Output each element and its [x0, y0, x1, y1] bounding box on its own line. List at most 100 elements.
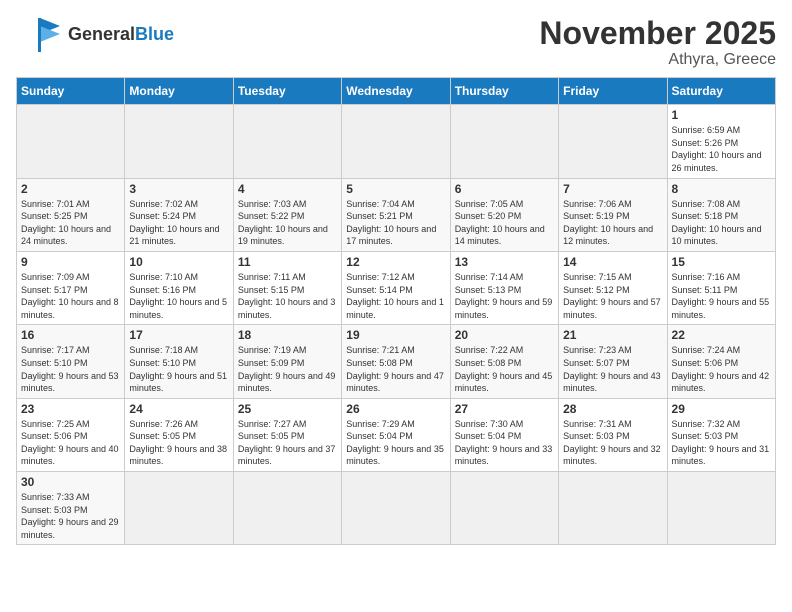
day-cell-21: 21Sunrise: 7:23 AMSunset: 5:07 PMDayligh… — [559, 325, 667, 398]
day-cell-13: 13Sunrise: 7:14 AMSunset: 5:13 PMDayligh… — [450, 251, 558, 324]
day-number: 4 — [238, 182, 337, 196]
day-cell-empty — [450, 472, 558, 545]
day-cell-27: 27 Sunrise: 7:30 AMSunset: 5:04 PMDayligh… — [450, 398, 558, 471]
day-cell-26: 26 Sunrise: 7:29 AMSunset: 5:04 PMDayligh… — [342, 398, 450, 471]
day-number: 19 — [346, 328, 445, 342]
col-saturday: Saturday — [667, 78, 775, 105]
day-number: 6 — [455, 182, 554, 196]
day-number: 9 — [21, 255, 120, 269]
day-info: Sunrise: 7:31 AMSunset: 5:03 PMDaylight:… — [563, 418, 662, 468]
day-cell-29: 29 Sunrise: 7:32 AMSunset: 5:03 PMDayligh… — [667, 398, 775, 471]
page-header: GeneralBlue November 2025 Athyra, Greece — [16, 16, 776, 69]
calendar-table: Sunday Monday Tuesday Wednesday Thursday… — [16, 77, 776, 545]
day-cell-empty — [342, 472, 450, 545]
day-number: 1 — [672, 108, 771, 122]
day-info: Sunrise: 7:15 AMSunset: 5:12 PMDaylight:… — [563, 271, 662, 321]
day-number: 8 — [672, 182, 771, 196]
day-number: 30 — [21, 475, 120, 489]
day-cell-6: 6 Sunrise: 7:05 AMSunset: 5:20 PMDaylight… — [450, 178, 558, 251]
day-info: Sunrise: 7:06 AMSunset: 5:19 PMDaylight:… — [563, 198, 662, 248]
day-cell-20: 20 Sunrise: 7:22 AMSunset: 5:08 PMDayligh… — [450, 325, 558, 398]
col-wednesday: Wednesday — [342, 78, 450, 105]
day-info: Sunrise: 7:12 AMSunset: 5:14 PMDaylight:… — [346, 271, 445, 321]
logo-icon — [16, 16, 64, 54]
day-cell-23: 23 Sunrise: 7:25 AMSunset: 5:06 PMDayligh… — [17, 398, 125, 471]
day-cell-empty — [667, 472, 775, 545]
col-thursday: Thursday — [450, 78, 558, 105]
day-cell-9: 9 Sunrise: 7:09 AMSunset: 5:17 PMDaylight… — [17, 251, 125, 324]
day-info: Sunrise: 7:23 AMSunset: 5:07 PMDaylight:… — [563, 344, 662, 394]
day-number: 14 — [563, 255, 662, 269]
week-row-1: 1 Sunrise: 6:59 AMSunset: 5:26 PMDaylight… — [17, 105, 776, 178]
day-info: Sunrise: 7:22 AMSunset: 5:08 PMDaylight:… — [455, 344, 554, 394]
day-cell-28: 28Sunrise: 7:31 AMSunset: 5:03 PMDayligh… — [559, 398, 667, 471]
day-cell-7: 7Sunrise: 7:06 AMSunset: 5:19 PMDaylight… — [559, 178, 667, 251]
day-info: Sunrise: 7:24 AMSunset: 5:06 PMDaylight:… — [672, 344, 771, 394]
week-row-5: 23 Sunrise: 7:25 AMSunset: 5:06 PMDayligh… — [17, 398, 776, 471]
day-cell-3: 3 Sunrise: 7:02 AMSunset: 5:24 PMDaylight… — [125, 178, 233, 251]
day-cell-empty — [233, 105, 341, 178]
col-monday: Monday — [125, 78, 233, 105]
day-cell-15: 15Sunrise: 7:16 AMSunset: 5:11 PMDayligh… — [667, 251, 775, 324]
day-number: 24 — [129, 402, 228, 416]
week-row-2: 2Sunrise: 7:01 AMSunset: 5:25 PMDaylight… — [17, 178, 776, 251]
day-number: 29 — [672, 402, 771, 416]
day-number: 10 — [129, 255, 228, 269]
day-info: Sunrise: 7:30 AMSunset: 5:04 PMDaylight:… — [455, 418, 554, 468]
day-info: Sunrise: 7:02 AMSunset: 5:24 PMDaylight:… — [129, 198, 228, 248]
day-info: Sunrise: 7:17 AMSunset: 5:10 PMDaylight:… — [21, 344, 120, 394]
week-row-6: 30 Sunrise: 7:33 AMSunset: 5:03 PMDayligh… — [17, 472, 776, 545]
day-number: 23 — [21, 402, 120, 416]
day-number: 2 — [21, 182, 120, 196]
day-cell-24: 24 Sunrise: 7:26 AMSunset: 5:05 PMDayligh… — [125, 398, 233, 471]
day-info: Sunrise: 7:27 AMSunset: 5:05 PMDaylight:… — [238, 418, 337, 468]
day-info: Sunrise: 7:33 AMSunset: 5:03 PMDaylight:… — [21, 491, 120, 541]
day-info: Sunrise: 6:59 AMSunset: 5:26 PMDaylight:… — [672, 124, 771, 174]
day-number: 11 — [238, 255, 337, 269]
day-number: 22 — [672, 328, 771, 342]
day-info: Sunrise: 7:10 AMSunset: 5:16 PMDaylight:… — [129, 271, 228, 321]
calendar-header-row: Sunday Monday Tuesday Wednesday Thursday… — [17, 78, 776, 105]
day-cell-30: 30 Sunrise: 7:33 AMSunset: 5:03 PMDayligh… — [17, 472, 125, 545]
week-row-3: 9 Sunrise: 7:09 AMSunset: 5:17 PMDaylight… — [17, 251, 776, 324]
day-info: Sunrise: 7:11 AMSunset: 5:15 PMDaylight:… — [238, 271, 337, 321]
day-info: Sunrise: 7:05 AMSunset: 5:20 PMDaylight:… — [455, 198, 554, 248]
day-cell-16: 16 Sunrise: 7:17 AMSunset: 5:10 PMDayligh… — [17, 325, 125, 398]
day-cell-14: 14 Sunrise: 7:15 AMSunset: 5:12 PMDayligh… — [559, 251, 667, 324]
day-info: Sunrise: 7:03 AMSunset: 5:22 PMDaylight:… — [238, 198, 337, 248]
day-cell-12: 12Sunrise: 7:12 AMSunset: 5:14 PMDayligh… — [342, 251, 450, 324]
day-cell-22: 22 Sunrise: 7:24 AMSunset: 5:06 PMDayligh… — [667, 325, 775, 398]
week-row-4: 16 Sunrise: 7:17 AMSunset: 5:10 PMDayligh… — [17, 325, 776, 398]
day-cell-empty — [559, 472, 667, 545]
day-cell-19: 19 Sunrise: 7:21 AMSunset: 5:08 PMDayligh… — [342, 325, 450, 398]
calendar-title: November 2025 — [539, 16, 776, 51]
day-cell-2: 2Sunrise: 7:01 AMSunset: 5:25 PMDaylight… — [17, 178, 125, 251]
day-info: Sunrise: 7:19 AMSunset: 5:09 PMDaylight:… — [238, 344, 337, 394]
day-number: 27 — [455, 402, 554, 416]
day-number: 18 — [238, 328, 337, 342]
logo: GeneralBlue — [16, 16, 174, 54]
day-info: Sunrise: 7:25 AMSunset: 5:06 PMDaylight:… — [21, 418, 120, 468]
calendar-body: 1 Sunrise: 6:59 AMSunset: 5:26 PMDaylight… — [17, 105, 776, 545]
day-info: Sunrise: 7:04 AMSunset: 5:21 PMDaylight:… — [346, 198, 445, 248]
title-block: November 2025 Athyra, Greece — [539, 16, 776, 69]
day-cell-5: 5Sunrise: 7:04 AMSunset: 5:21 PMDaylight… — [342, 178, 450, 251]
day-info: Sunrise: 7:09 AMSunset: 5:17 PMDaylight:… — [21, 271, 120, 321]
day-cell-empty — [342, 105, 450, 178]
day-number: 3 — [129, 182, 228, 196]
day-cell-10: 10 Sunrise: 7:10 AMSunset: 5:16 PMDayligh… — [125, 251, 233, 324]
day-info: Sunrise: 7:21 AMSunset: 5:08 PMDaylight:… — [346, 344, 445, 394]
day-info: Sunrise: 7:08 AMSunset: 5:18 PMDaylight:… — [672, 198, 771, 248]
day-number: 26 — [346, 402, 445, 416]
day-info: Sunrise: 7:29 AMSunset: 5:04 PMDaylight:… — [346, 418, 445, 468]
col-tuesday: Tuesday — [233, 78, 341, 105]
day-cell-empty — [450, 105, 558, 178]
day-cell-25: 25Sunrise: 7:27 AMSunset: 5:05 PMDayligh… — [233, 398, 341, 471]
day-number: 20 — [455, 328, 554, 342]
day-info: Sunrise: 7:32 AMSunset: 5:03 PMDaylight:… — [672, 418, 771, 468]
day-cell-1: 1 Sunrise: 6:59 AMSunset: 5:26 PMDaylight… — [667, 105, 775, 178]
day-info: Sunrise: 7:26 AMSunset: 5:05 PMDaylight:… — [129, 418, 228, 468]
day-cell-empty — [125, 472, 233, 545]
day-number: 16 — [21, 328, 120, 342]
day-cell-4: 4 Sunrise: 7:03 AMSunset: 5:22 PMDaylight… — [233, 178, 341, 251]
